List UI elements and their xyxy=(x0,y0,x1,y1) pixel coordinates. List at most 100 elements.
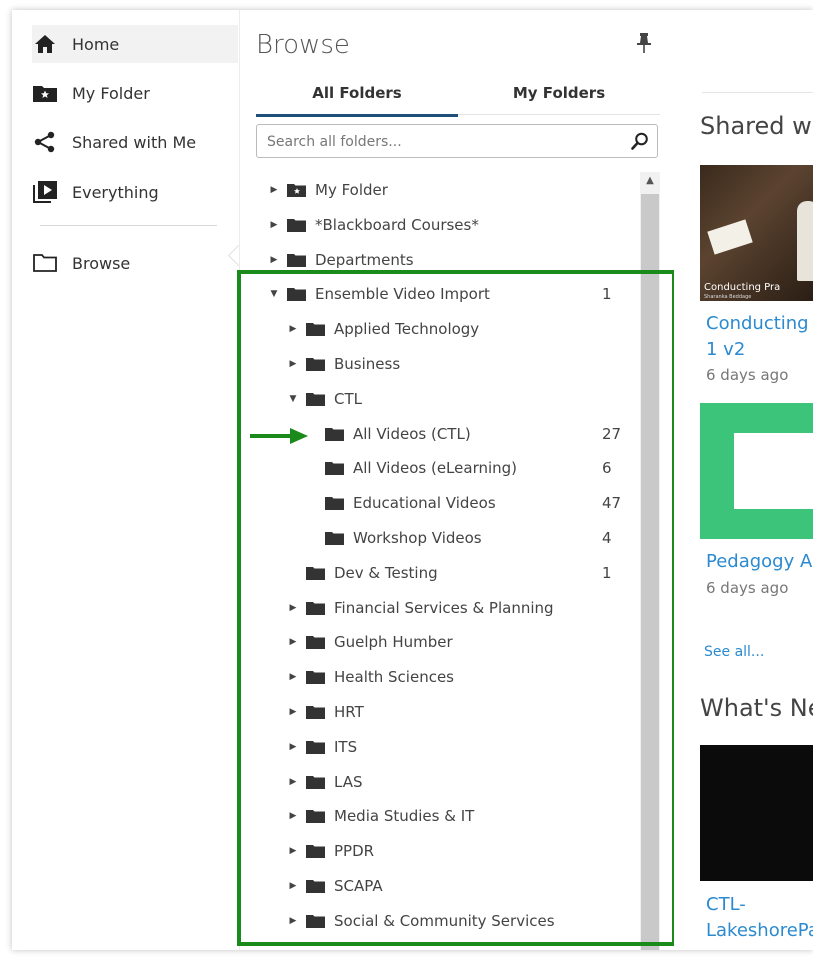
tree-row-count: 47 xyxy=(602,494,622,513)
tree-row[interactable]: ▶ HRT xyxy=(286,697,364,727)
thumbnail-subcaption: Sharanka Beddage xyxy=(704,294,752,300)
sidebar-item-everything[interactable]: Everything xyxy=(32,173,238,211)
tree-row[interactable]: ▶ Media Studies & IT xyxy=(286,801,475,831)
tree-row-label: Applied Technology xyxy=(334,320,480,339)
tree-row[interactable]: ▶ *Blackboard Courses* xyxy=(267,210,479,240)
tree-row[interactable]: Workshop Videos xyxy=(305,523,482,553)
folder-icon xyxy=(306,879,325,893)
tree-row[interactable]: ▶ Financial Services & Planning xyxy=(286,593,554,623)
tree-row[interactable]: Educational Videos xyxy=(305,488,496,518)
folder-icon xyxy=(306,844,325,859)
tree-row[interactable]: ▶ PPDR xyxy=(286,836,375,866)
pin-icon[interactable] xyxy=(636,32,656,56)
expand-arrow-icon[interactable]: ▶ xyxy=(286,707,300,717)
tab-all-folders[interactable]: All Folders xyxy=(256,80,458,117)
video-library-icon xyxy=(32,181,58,203)
video-1-title[interactable]: Conducting xyxy=(706,311,809,337)
video-thumbnail-3[interactable] xyxy=(700,745,813,881)
expand-arrow-icon[interactable]: ▶ xyxy=(286,637,300,647)
expand-arrow-icon[interactable]: ▶ xyxy=(286,811,300,821)
expand-arrow-icon[interactable]: ▶ xyxy=(286,672,300,682)
sidebar-item-browse[interactable]: Browse xyxy=(32,244,238,282)
tree-row[interactable]: All Videos (eLearning) xyxy=(305,453,517,483)
video-3-title-line2[interactable]: LakeshorePa xyxy=(706,918,813,944)
folder-icon xyxy=(306,705,325,719)
folder-icon xyxy=(306,809,325,824)
share-icon xyxy=(32,131,58,153)
panel-title: Browse xyxy=(256,30,350,60)
folder-icon xyxy=(306,670,325,685)
tree-row-count: 1 xyxy=(602,285,612,304)
expand-arrow-icon[interactable]: ▶ xyxy=(286,777,300,787)
tree-row[interactable]: ▶ Health Sciences xyxy=(286,662,454,692)
star-folder-icon xyxy=(287,183,306,197)
tree-row-label: Workshop Videos xyxy=(353,529,482,547)
shared-heading: Shared wi xyxy=(700,112,813,140)
expand-arrow-icon[interactable]: ▶ xyxy=(286,324,300,334)
folder-outline-icon xyxy=(32,252,58,274)
tree-row-label: HRT xyxy=(334,703,364,721)
tree-row-label: Health Sciences xyxy=(334,668,454,687)
tree-row[interactable]: ▶ LAS xyxy=(286,767,363,797)
whats-new-heading: What's Ne xyxy=(700,694,813,722)
thumbnail-paper xyxy=(707,219,753,255)
browse-panel: Browse All Folders My Folders ▶ My Folder… xyxy=(239,10,675,950)
video-thumbnail-2[interactable] xyxy=(700,403,813,539)
sidebar-item-home[interactable]: Home xyxy=(32,25,238,63)
folder-search xyxy=(256,124,658,159)
expand-arrow-icon[interactable]: ▶ xyxy=(267,255,281,265)
scroll-thumb[interactable] xyxy=(641,194,659,950)
see-all-link[interactable]: See all... xyxy=(704,644,764,660)
tree-row-label: CTL xyxy=(334,389,362,408)
expand-arrow-icon[interactable]: ▶ xyxy=(286,846,300,856)
tree-row[interactable]: ▶ Social & Community Services xyxy=(286,906,555,936)
thumbnail-person xyxy=(797,201,813,281)
tree-row[interactable]: ▶ SCAPA xyxy=(286,871,383,901)
tab-my-folders[interactable]: My Folders xyxy=(458,80,660,114)
tree-row[interactable]: ▼ CTL xyxy=(286,384,362,414)
folder-tree: ▶ My Folder ▶ *Blackboard Courses* ▶ Departme… xyxy=(240,172,640,950)
sidebar-item-shared[interactable]: Shared with Me xyxy=(32,123,238,161)
video-2-title[interactable]: Pedagogy A xyxy=(706,549,812,575)
folder-tabs: All Folders My Folders xyxy=(256,80,660,117)
tree-row[interactable]: ▶ Departments xyxy=(267,245,414,275)
expand-arrow-icon[interactable]: ▶ xyxy=(267,185,281,195)
search-icon[interactable] xyxy=(631,132,649,150)
expand-arrow-icon[interactable]: ▶ xyxy=(286,359,300,369)
sidebar-item-label: Home xyxy=(72,34,120,54)
tree-row[interactable]: ▶ My Folder xyxy=(267,175,388,205)
sidebar-item-my-folder[interactable]: My Folder xyxy=(32,74,238,112)
collapse-arrow-icon[interactable]: ▼ xyxy=(286,394,300,404)
sidebar-nav: Home My Folder Shared with Me Everything xyxy=(12,10,238,950)
expand-arrow-icon[interactable]: ▶ xyxy=(286,603,300,613)
folder-icon xyxy=(306,635,325,650)
tree-row[interactable]: ▶ ITS xyxy=(286,732,358,762)
video-1-date: 6 days ago xyxy=(706,366,789,384)
tree-row[interactable]: ▶ Business xyxy=(286,349,401,379)
sidebar-item-label: My Folder xyxy=(72,83,150,103)
tree-row[interactable]: ▼ Ensemble Video Import xyxy=(267,279,490,309)
expand-arrow-icon[interactable]: ▶ xyxy=(286,742,300,752)
star-folder-icon xyxy=(32,82,58,104)
expand-arrow-icon[interactable]: ▶ xyxy=(286,881,300,891)
thumbnail-caption: Conducting Pra xyxy=(704,282,781,293)
tree-row[interactable]: ▶ Applied Technology xyxy=(286,314,480,344)
scroll-up-icon[interactable]: ▲ xyxy=(640,172,660,190)
search-input[interactable] xyxy=(265,125,619,159)
tree-row-count: 6 xyxy=(602,459,612,478)
expand-arrow-icon[interactable]: ▶ xyxy=(267,220,281,230)
video-thumbnail-1[interactable]: Conducting Pra Sharanka Beddage xyxy=(700,165,813,301)
tree-scrollbar[interactable]: ▲ xyxy=(640,172,660,950)
expand-arrow-icon[interactable]: ▶ xyxy=(286,916,300,926)
collapse-arrow-icon[interactable]: ▼ xyxy=(267,289,281,299)
tree-row[interactable]: ▶ Guelph Humber xyxy=(286,627,453,657)
app-window: Home My Folder Shared with Me Everything xyxy=(12,10,813,950)
folder-icon xyxy=(287,253,306,267)
video-3-title[interactable]: CTL- xyxy=(706,892,746,918)
folder-icon xyxy=(306,566,325,580)
tree-row[interactable]: All Videos (CTL) xyxy=(305,419,471,449)
tree-row-label: Media Studies & IT xyxy=(334,807,475,826)
video-1-title-line2[interactable]: 1 v2 xyxy=(706,337,745,363)
tree-row[interactable]: Dev & Testing xyxy=(286,558,438,588)
tree-row-label: *Blackboard Courses* xyxy=(315,215,479,234)
